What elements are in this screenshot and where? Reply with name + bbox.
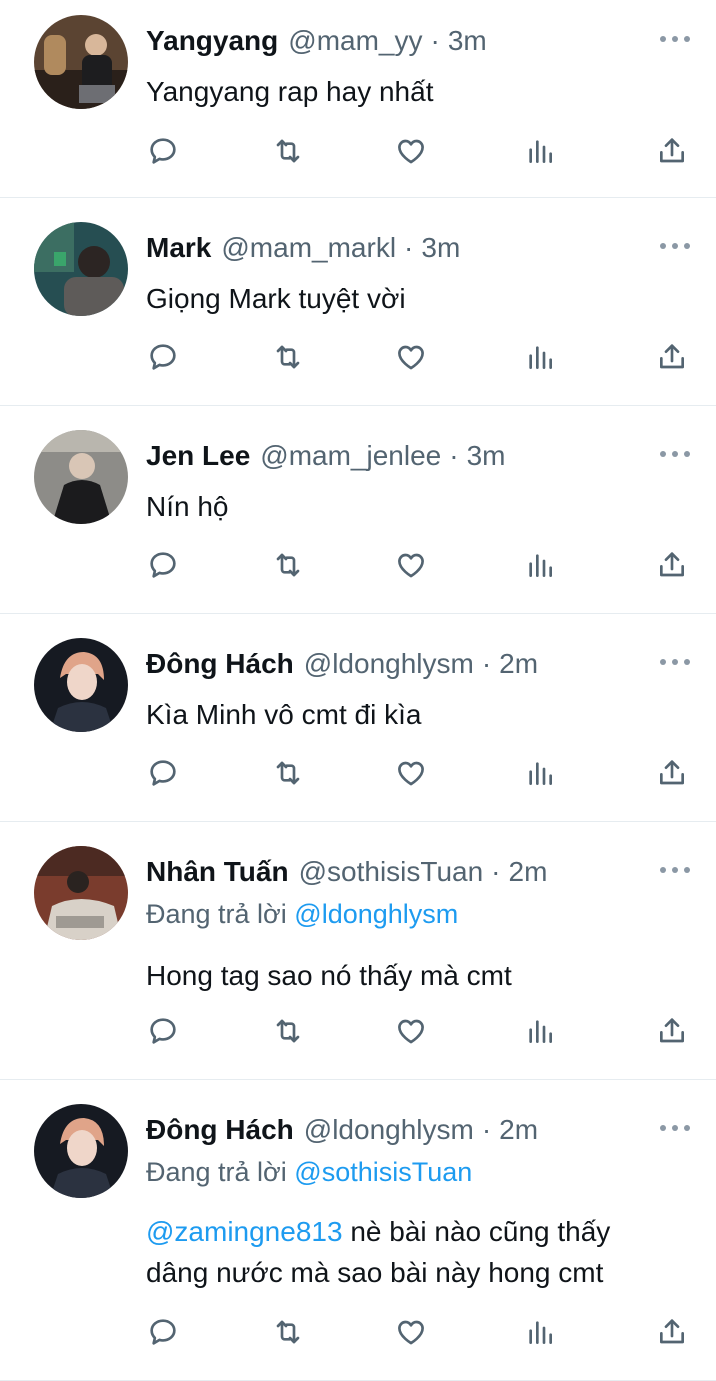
- reply-icon[interactable]: [146, 547, 180, 583]
- tweet[interactable]: Đông Hách @ldonghlysm · 2m Đang trả lời …: [0, 1080, 716, 1381]
- more-icon[interactable]: [660, 449, 690, 459]
- reply-icon[interactable]: [146, 1314, 180, 1350]
- avatar[interactable]: [34, 430, 128, 524]
- avatar[interactable]: [34, 222, 128, 316]
- retweet-icon[interactable]: [271, 1314, 305, 1350]
- share-icon[interactable]: [655, 1314, 689, 1350]
- action-bar: [146, 547, 692, 583]
- action-bar: [146, 339, 692, 375]
- text-mention[interactable]: @zamingne813: [146, 1216, 343, 1247]
- timestamp[interactable]: 2m: [499, 647, 538, 681]
- analytics-icon[interactable]: [523, 755, 557, 791]
- share-icon[interactable]: [655, 339, 689, 375]
- avatar[interactable]: [34, 15, 128, 109]
- tweet[interactable]: Nhân Tuấn @sothisisTuan · 2m Đang trả lờ…: [0, 822, 716, 1080]
- tweet-text: @zamingne813 nè bài nào cũng thấy dâng n…: [146, 1211, 690, 1293]
- timestamp[interactable]: 3m: [467, 439, 506, 473]
- avatar[interactable]: [34, 846, 128, 940]
- timestamp[interactable]: 3m: [421, 231, 460, 265]
- reply-icon[interactable]: [146, 1013, 180, 1049]
- author-name[interactable]: Yangyang: [146, 24, 278, 58]
- more-icon[interactable]: [660, 657, 690, 667]
- tweet[interactable]: Yangyang @mam_yy · 3m Yangyang rap hay n…: [0, 0, 716, 198]
- like-icon[interactable]: [394, 1013, 428, 1049]
- timestamp[interactable]: 2m: [499, 1113, 538, 1147]
- replying-to: Đang trả lời @ldonghlysm: [146, 897, 458, 931]
- retweet-icon[interactable]: [271, 547, 305, 583]
- replying-to-label: Đang trả lời: [146, 1157, 287, 1187]
- tweet-text-part: nè bài nào cũng thấy: [342, 1216, 611, 1247]
- analytics-icon[interactable]: [523, 547, 557, 583]
- tweet[interactable]: Đông Hách @ldonghlysm · 2m Kìa Minh vô c…: [0, 614, 716, 822]
- action-bar: [146, 1013, 692, 1049]
- tweet-text: Nín hộ: [146, 491, 229, 522]
- author-name[interactable]: Nhân Tuấn: [146, 855, 289, 889]
- separator: ·: [481, 648, 492, 679]
- more-icon[interactable]: [660, 865, 690, 875]
- tweet-text: Kìa Minh vô cmt đi kìa: [146, 699, 422, 730]
- like-icon[interactable]: [394, 755, 428, 791]
- like-icon[interactable]: [394, 547, 428, 583]
- tweet[interactable]: Mark @mam_markl · 3m Giọng Mark tuyệt vờ…: [0, 198, 716, 406]
- retweet-icon[interactable]: [271, 133, 305, 169]
- separator: ·: [430, 25, 440, 56]
- replying-to: Đang trả lời @sothisisTuan: [146, 1155, 472, 1189]
- replying-to-mention[interactable]: @ldonghlysm: [294, 899, 458, 929]
- reply-icon[interactable]: [146, 755, 180, 791]
- author-name[interactable]: Mark: [146, 231, 211, 265]
- like-icon[interactable]: [394, 133, 428, 169]
- author-name[interactable]: Đông Hách: [146, 647, 294, 681]
- replying-to-mention[interactable]: @sothisisTuan: [294, 1157, 472, 1187]
- tweet-text-line: dâng nước mà sao bài này hong cmt: [146, 1257, 604, 1288]
- separator: ·: [481, 1114, 492, 1145]
- retweet-icon[interactable]: [271, 339, 305, 375]
- share-icon[interactable]: [655, 133, 689, 169]
- avatar[interactable]: [34, 1104, 128, 1198]
- separator: ·: [449, 440, 459, 471]
- retweet-icon[interactable]: [271, 755, 305, 791]
- author-handle[interactable]: @mam_yy: [288, 24, 422, 58]
- author-name[interactable]: Đông Hách: [146, 1113, 294, 1147]
- tweet-text: Yangyang rap hay nhất: [146, 76, 434, 107]
- timestamp[interactable]: 2m: [509, 855, 548, 889]
- author-handle[interactable]: @mam_markl: [221, 231, 396, 265]
- author-handle[interactable]: @sothisisTuan: [299, 855, 484, 889]
- timestamp[interactable]: 3m: [448, 24, 487, 58]
- retweet-icon[interactable]: [271, 1013, 305, 1049]
- more-icon[interactable]: [660, 1123, 690, 1133]
- tweet-text-line: @zamingne813 nè bài nào cũng thấy: [146, 1211, 690, 1252]
- author-handle[interactable]: @ldonghlysm: [304, 647, 474, 681]
- tweet-text: Giọng Mark tuyệt vời: [146, 283, 406, 314]
- analytics-icon[interactable]: [523, 1013, 557, 1049]
- more-icon[interactable]: [660, 34, 690, 44]
- separator: ·: [404, 232, 414, 263]
- share-icon[interactable]: [655, 547, 689, 583]
- tweet-text: Hong tag sao nó thấy mà cmt: [146, 960, 512, 991]
- author-name[interactable]: Jen Lee: [146, 439, 250, 473]
- action-bar: [146, 1314, 692, 1350]
- like-icon[interactable]: [394, 1314, 428, 1350]
- action-bar: [146, 133, 692, 169]
- analytics-icon[interactable]: [523, 339, 557, 375]
- avatar[interactable]: [34, 638, 128, 732]
- author-handle[interactable]: @mam_jenlee: [260, 439, 441, 473]
- share-icon[interactable]: [655, 1013, 689, 1049]
- more-icon[interactable]: [660, 241, 690, 251]
- author-handle[interactable]: @ldonghlysm: [304, 1113, 474, 1147]
- analytics-icon[interactable]: [523, 133, 557, 169]
- action-bar: [146, 755, 692, 791]
- reply-icon[interactable]: [146, 133, 180, 169]
- analytics-icon[interactable]: [523, 1314, 557, 1350]
- reply-icon[interactable]: [146, 339, 180, 375]
- tweet[interactable]: Jen Lee @mam_jenlee · 3m Nín hộ: [0, 406, 716, 614]
- separator: ·: [491, 856, 501, 887]
- share-icon[interactable]: [655, 755, 689, 791]
- like-icon[interactable]: [394, 339, 428, 375]
- replying-to-label: Đang trả lời: [146, 899, 287, 929]
